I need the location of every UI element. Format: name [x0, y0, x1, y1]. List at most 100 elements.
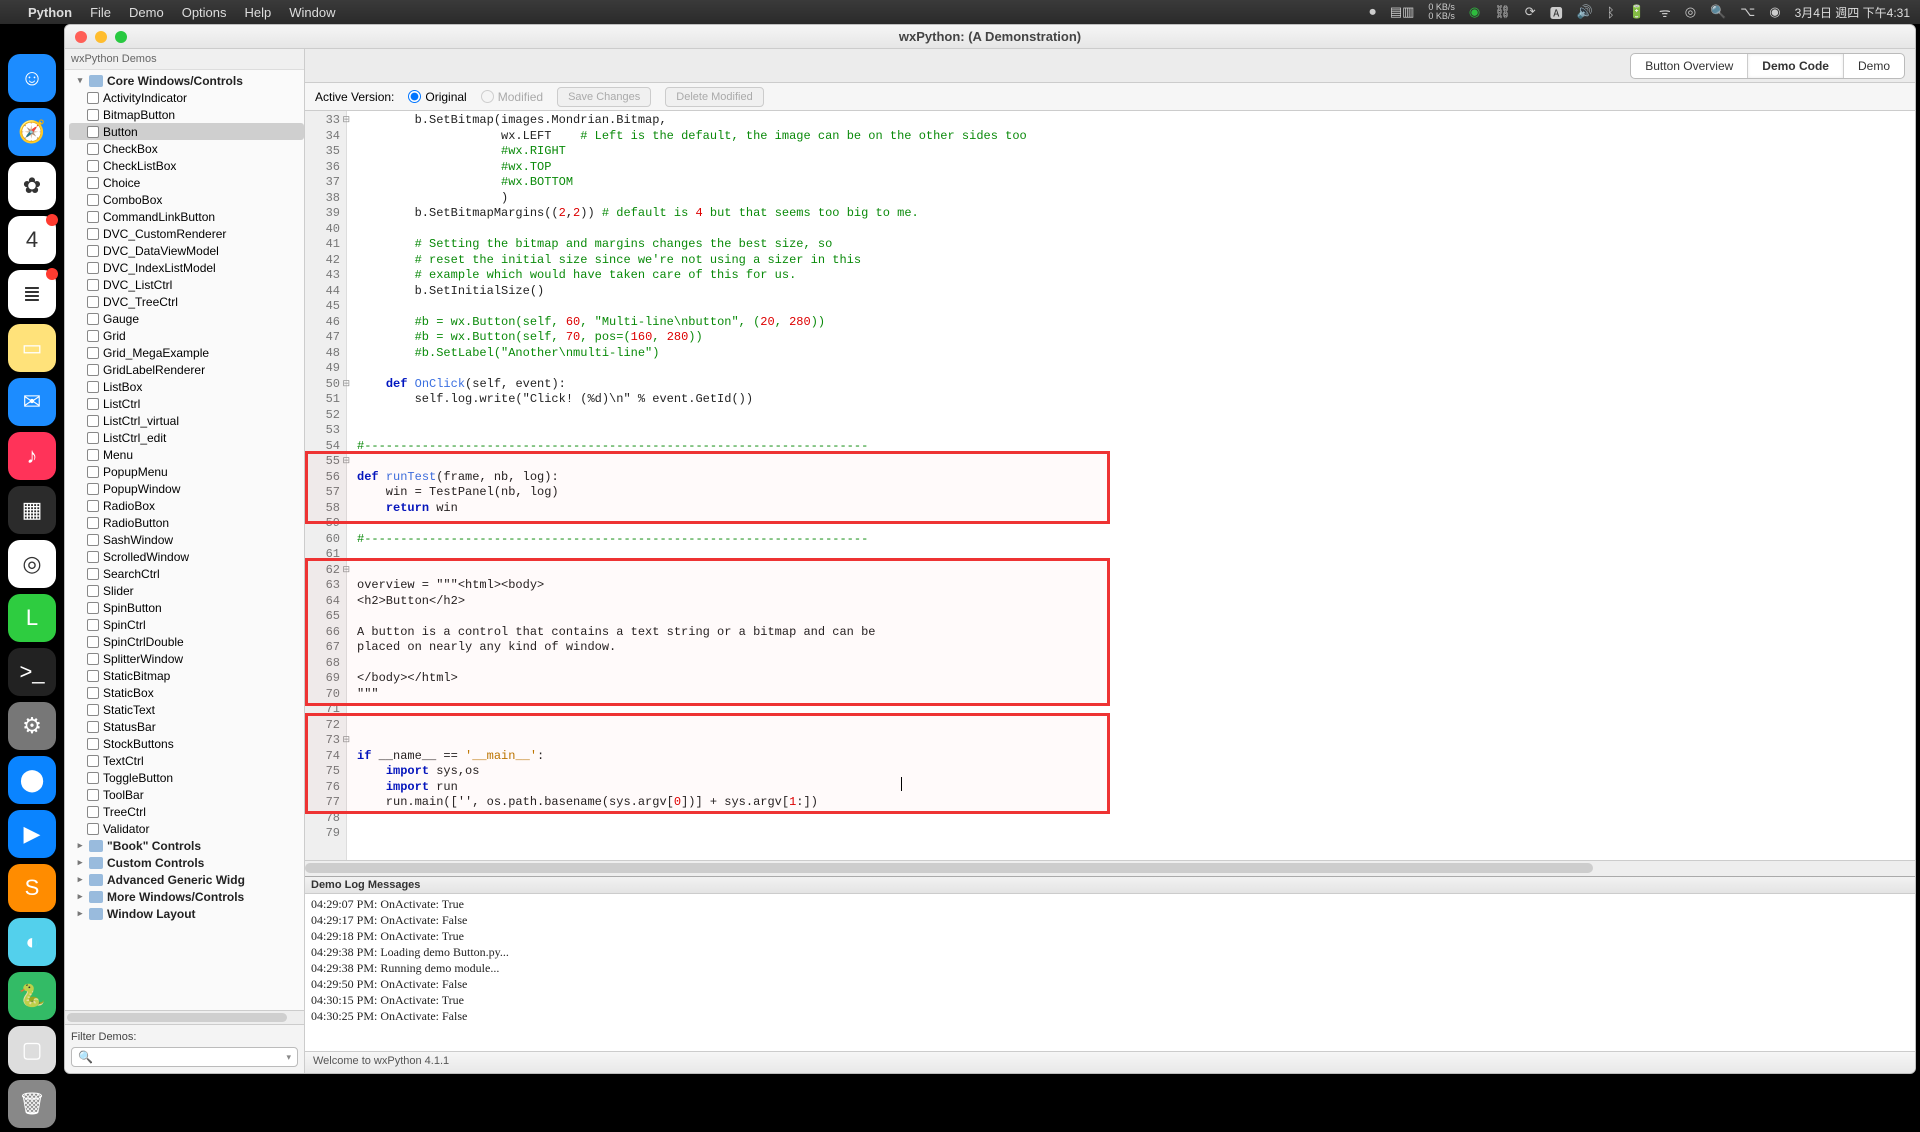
tree-item[interactable]: DVC_CustomRenderer [69, 225, 304, 242]
dock-appa[interactable]: ⬤ [8, 756, 56, 804]
tree-item[interactable]: ListBox [69, 378, 304, 395]
tree-item[interactable]: DVC_DataViewModel [69, 242, 304, 259]
editor-h-scrollbar[interactable] [305, 860, 1915, 876]
code-editor[interactable]: 3334353637383940414243444546474849505152… [305, 111, 1915, 860]
wifi-icon[interactable]: ᯤ [1659, 3, 1671, 21]
line-number-gutter[interactable]: 3334353637383940414243444546474849505152… [305, 111, 347, 860]
clock-icon[interactable]: ⟳ [1525, 4, 1536, 20]
menubar-clock[interactable]: 3月4日 週四 下午4:31 [1795, 4, 1910, 21]
siri-icon[interactable]: ◉ [1769, 4, 1780, 20]
spotlight-icon[interactable]: 🔍 [1710, 4, 1726, 20]
bluetooth-icon[interactable]: ᛒ [1607, 5, 1615, 20]
dock-notes[interactable]: ▭ [8, 324, 56, 372]
dock-music[interactable]: ♪ [8, 432, 56, 480]
tree-item[interactable]: StaticText [69, 701, 304, 718]
tree-item[interactable]: ListCtrl [69, 395, 304, 412]
tree-item[interactable]: RadioBox [69, 497, 304, 514]
radio-modified-input[interactable] [481, 90, 494, 103]
tree-item[interactable]: RadioButton [69, 514, 304, 531]
tree-item[interactable]: SearchCtrl [69, 565, 304, 582]
demo-tree[interactable]: ▾Core Windows/ControlsActivityIndicatorB… [65, 70, 304, 1010]
volume-icon[interactable]: 🔊 [1577, 4, 1593, 20]
menu-window[interactable]: Window [289, 5, 335, 20]
delete-modified-button[interactable]: Delete Modified [665, 87, 763, 107]
dock-appc[interactable]: ◐ [8, 918, 56, 966]
record-icon[interactable]: ⏺ [1369, 4, 1376, 20]
menu-help[interactable]: Help [245, 5, 272, 20]
tree-item[interactable]: ActivityIndicator [69, 89, 304, 106]
dock-safari[interactable]: 🧭 [8, 108, 56, 156]
tree-item[interactable]: GridLabelRenderer [69, 361, 304, 378]
airplay-icon[interactable]: ◎ [1685, 4, 1696, 20]
tree-item[interactable]: Slider [69, 582, 304, 599]
menu-file[interactable]: File [90, 5, 111, 20]
line-tray-icon[interactable]: ◉ [1469, 4, 1480, 20]
dock-trash[interactable]: 🗑 [8, 1080, 56, 1128]
dock-reminders[interactable]: ≣ [8, 270, 56, 318]
netstat-icon[interactable]: 0 KB/s0 KB/s [1428, 3, 1455, 21]
tree-item[interactable]: ToggleButton [69, 769, 304, 786]
tree-item[interactable]: StatusBar [69, 718, 304, 735]
chevron-down-icon[interactable]: ▾ [286, 1052, 291, 1063]
link-icon[interactable]: ⛓ [1494, 4, 1511, 20]
tree-item[interactable]: Choice [69, 174, 304, 191]
tree-item[interactable]: SashWindow [69, 531, 304, 548]
tree-group[interactable]: ▸"Book" Controls [69, 837, 304, 854]
dock-chrome[interactable]: ◎ [8, 540, 56, 588]
tree-group[interactable]: ▸Custom Controls [69, 854, 304, 871]
tree-group[interactable]: ▸Window Layout [69, 905, 304, 922]
tree-item[interactable]: Gauge [69, 310, 304, 327]
battery-icon[interactable]: 🔋 [1629, 4, 1645, 20]
tree-item[interactable]: StaticBitmap [69, 667, 304, 684]
code-area[interactable]: b.SetBitmap(images.Mondrian.Bitmap, wx.L… [347, 111, 1915, 860]
tree-item[interactable]: TreeCtrl [69, 803, 304, 820]
tree-item[interactable]: ScrolledWindow [69, 548, 304, 565]
tab-demo[interactable]: Demo [1844, 54, 1904, 78]
tree-item[interactable]: CheckBox [69, 140, 304, 157]
radio-modified[interactable]: Modified [481, 90, 543, 104]
tab-overview[interactable]: Button Overview [1631, 54, 1748, 78]
tree-group[interactable]: ▾Core Windows/Controls [69, 72, 304, 89]
tree-item[interactable]: StaticBox [69, 684, 304, 701]
tree-item[interactable]: SpinButton [69, 599, 304, 616]
dock-calculator[interactable]: ▦ [8, 486, 56, 534]
tree-item[interactable]: SplitterWindow [69, 650, 304, 667]
tree-item[interactable]: ComboBox [69, 191, 304, 208]
tree-item[interactable]: TextCtrl [69, 752, 304, 769]
tree-item[interactable]: BitmapButton [69, 106, 304, 123]
dock-settings[interactable]: ⚙ [8, 702, 56, 750]
dock-appb[interactable]: ▶ [8, 810, 56, 858]
log-body[interactable]: 04:29:07 PM: OnActivate: True04:29:17 PM… [305, 894, 1915, 1051]
tree-item[interactable]: Button [69, 123, 304, 140]
radio-original[interactable]: Original [408, 90, 466, 104]
tree-group[interactable]: ▸More Windows/Controls [69, 888, 304, 905]
tree-item[interactable]: DVC_TreeCtrl [69, 293, 304, 310]
tree-item[interactable]: CheckListBox [69, 157, 304, 174]
dock-terminal[interactable]: >_ [8, 648, 56, 696]
tab-demo-code[interactable]: Demo Code [1748, 54, 1844, 78]
tree-item[interactable]: CommandLinkButton [69, 208, 304, 225]
dock-python[interactable]: 🐍 [8, 972, 56, 1020]
tree-item[interactable]: Validator [69, 820, 304, 837]
dock-line[interactable]: L [8, 594, 56, 642]
dock-appd[interactable]: ▢ [8, 1026, 56, 1074]
dock-finder[interactable]: ☺ [8, 54, 56, 102]
tree-item[interactable]: DVC_ListCtrl [69, 276, 304, 293]
save-changes-button[interactable]: Save Changes [557, 87, 651, 107]
dock-photos[interactable]: ✿ [8, 162, 56, 210]
tree-item[interactable]: StockButtons [69, 735, 304, 752]
menu-options[interactable]: Options [182, 5, 227, 20]
tree-item[interactable]: ListCtrl_edit [69, 429, 304, 446]
a-icon[interactable]: 🅰 [1550, 3, 1563, 22]
tree-item[interactable]: SpinCtrl [69, 616, 304, 633]
tree-item[interactable]: ToolBar [69, 786, 304, 803]
tree-item[interactable]: ListCtrl_virtual [69, 412, 304, 429]
tree-item[interactable]: DVC_IndexListModel [69, 259, 304, 276]
dock-sublime[interactable]: S [8, 864, 56, 912]
tree-item[interactable]: PopupWindow [69, 480, 304, 497]
dock-mail[interactable]: ✉ [8, 378, 56, 426]
tree-item[interactable]: Grid_MegaExample [69, 344, 304, 361]
control-center-icon[interactable]: ⌥ [1740, 4, 1755, 20]
tree-item[interactable]: Grid [69, 327, 304, 344]
menubar-appname[interactable]: Python [28, 5, 72, 20]
